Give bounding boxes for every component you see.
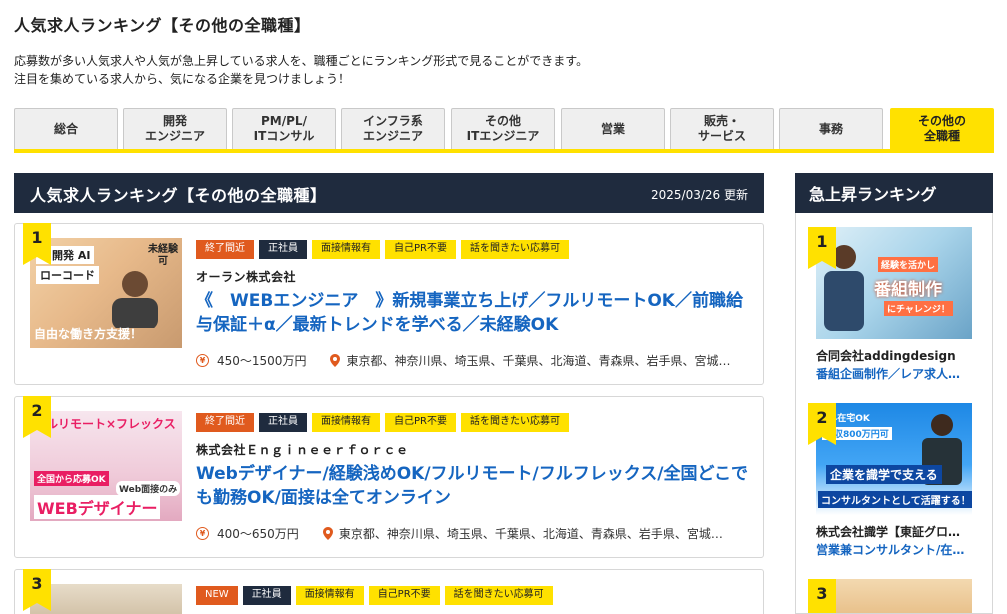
tag-interview-info: 面接情報有 bbox=[312, 240, 380, 259]
rising-thumbnail[interactable] bbox=[816, 579, 972, 613]
job-card[interactable]: フルリモート×フレックス 全国から応募OK Web面接のみ WEBデザイナー 2… bbox=[14, 396, 764, 558]
tag-no-pr: 自己PR不要 bbox=[385, 413, 456, 432]
tab-overall[interactable]: 総合 bbox=[14, 108, 118, 149]
job-thumbnail[interactable]: SI開発 AI ローコード 未経験可 自由な働き方支援！ bbox=[30, 238, 182, 348]
job-tags: 終了間近 正社員 面接情報有 自己PR不要 話を聞きたい応募可 bbox=[196, 413, 569, 432]
rising-job-link[interactable]: 営業兼コンサルタント/在… bbox=[816, 541, 976, 558]
tab-other-it-engineer[interactable]: その他 ITエンジニア bbox=[451, 108, 555, 149]
page-intro: 応募数が多い人気求人や人気が急上昇している求人を、職種ごとにランキング形式で見る… bbox=[14, 52, 588, 88]
rising-company: 株式会社識学【東証グロ… bbox=[816, 525, 961, 539]
tag-interview-info: 面接情報有 bbox=[312, 413, 380, 432]
rising-company: 合同会社addingdesign bbox=[816, 349, 956, 363]
job-thumbnail[interactable]: フルリモート×フレックス 全国から応募OK Web面接のみ WEBデザイナー bbox=[30, 411, 182, 521]
tab-sales[interactable]: 営業 bbox=[561, 108, 665, 149]
job-title-link[interactable]: 《 WEBエンジニア 》新規事業立ち上げ／フルリモートOK／前職給与保証＋α／最… bbox=[196, 289, 751, 337]
rising-ranking-title: 急上昇ランキング bbox=[809, 185, 937, 204]
rank-badge: 2 bbox=[808, 403, 836, 445]
thumb-tag: 全国から応募OK bbox=[34, 471, 109, 486]
tab-infra-engineer[interactable]: インフラ系 エンジニア bbox=[341, 108, 445, 149]
thumb-headline: 企業を識学で支える bbox=[826, 465, 942, 484]
intro-line-2: 注目を集めている求人から、気になる企業を見つけましょう！ bbox=[14, 72, 351, 86]
map-pin-icon bbox=[322, 527, 333, 540]
tab-retail-service[interactable]: 販売・ サービス bbox=[670, 108, 774, 149]
rising-item[interactable]: 3 bbox=[808, 579, 980, 613]
salary: 450〜1500万円 bbox=[217, 354, 307, 368]
thumb-headline: フルリモート×フレックス bbox=[34, 417, 176, 431]
tag-no-pr: 自己PR不要 bbox=[385, 240, 456, 259]
rising-thumbnail[interactable]: 経験を活かし 番組制作 にチャレンジ！ bbox=[816, 227, 972, 339]
tab-office[interactable]: 事務 bbox=[779, 108, 883, 149]
rank-badge: 2 bbox=[23, 396, 51, 438]
company-name: 株式会社Ｅｎｇｉｎｅｅｒｆｏｒｃｅ bbox=[196, 443, 409, 457]
thumb-tag: 経験を活かし bbox=[878, 257, 939, 272]
tag-full-time: 正社員 bbox=[259, 240, 307, 259]
rank-badge: 3 bbox=[808, 579, 836, 613]
category-tabs: 総合 開発 エンジニア PM/PL/ ITコンサル インフラ系 エンジニア その… bbox=[14, 108, 994, 153]
thumb-badge: 未経験可 bbox=[148, 244, 178, 267]
thumb-caption: 自由な働き方支援！ bbox=[34, 327, 143, 341]
tab-dev-engineer[interactable]: 開発 エンジニア bbox=[123, 108, 227, 149]
tag-casual-talk: 話を聞きたい応募可 bbox=[444, 586, 553, 605]
tag-full-time: 正社員 bbox=[242, 586, 291, 605]
tag-interview-info: 面接情報有 bbox=[295, 586, 364, 605]
rising-item[interactable]: 経験を活かし 番組制作 にチャレンジ！ 1 合同会社addingdesign 番… bbox=[808, 227, 980, 387]
job-tags: NEW 正社員 面接情報有 自己PR不要 話を聞きたい応募可 bbox=[196, 586, 553, 605]
job-title-link[interactable]: Webデザイナー/経験浅めOK/フルリモート/フルフレックス/全国どこでも勤務O… bbox=[196, 462, 751, 510]
company-name: オーラン株式会社 bbox=[196, 270, 297, 284]
tag-full-time: 正社員 bbox=[259, 413, 307, 432]
yen-icon: ¥ bbox=[196, 527, 209, 540]
job-tags: 終了間近 正社員 面接情報有 自己PR不要 話を聞きたい応募可 bbox=[196, 240, 569, 259]
thumb-caption: コンサルタントとして活躍する！ bbox=[818, 491, 972, 508]
thumb-caption: WEBデザイナー bbox=[34, 495, 161, 519]
salary: 400〜650万円 bbox=[217, 527, 299, 541]
rising-thumbnail[interactable]: 週4在宅OK 年収800万円可 企業を識学で支える コンサルタントとして活躍する… bbox=[816, 403, 972, 515]
main-ranking-title: 人気求人ランキング【その他の全職種】 bbox=[30, 186, 327, 205]
job-meta: ¥ 450〜1500万円 東京都、神奈川県、埼玉県、千葉県、北海道、青森県、岩手… bbox=[196, 352, 730, 369]
job-card[interactable]: 3 NEW 正社員 面接情報有 自己PR不要 話を聞きたい応募可 bbox=[14, 569, 764, 614]
tab-pm-it-consultant[interactable]: PM/PL/ ITコンサル bbox=[232, 108, 336, 149]
location: 東京都、神奈川県、埼玉県、千葉県、北海道、青森県、岩手県、宮城… bbox=[338, 527, 723, 541]
tag-new: NEW bbox=[196, 586, 238, 605]
tag-closing-soon: 終了間近 bbox=[196, 240, 254, 259]
thumb-tag: Web面接のみ bbox=[116, 481, 181, 496]
yen-icon: ¥ bbox=[196, 354, 209, 367]
thumb-headline: 番組制作 bbox=[874, 280, 942, 300]
map-pin-icon bbox=[330, 354, 341, 367]
page-title: 人気求人ランキング【その他の全職種】 bbox=[14, 16, 311, 35]
rank-badge: 1 bbox=[808, 227, 836, 269]
thumb-tag: ローコード bbox=[36, 266, 99, 284]
rising-job-link[interactable]: 番組企画制作／レア求人… bbox=[816, 365, 976, 382]
thumb-tag: にチャレンジ！ bbox=[884, 301, 953, 316]
job-meta: ¥ 400〜650万円 東京都、神奈川県、埼玉県、千葉県、北海道、青森県、岩手県… bbox=[196, 525, 723, 542]
tag-no-pr: 自己PR不要 bbox=[368, 586, 440, 605]
location: 東京都、神奈川県、埼玉県、千葉県、北海道、青森県、岩手県、宮城… bbox=[346, 354, 731, 368]
rank-badge: 3 bbox=[23, 569, 51, 611]
tag-casual-talk: 話を聞きたい応募可 bbox=[460, 413, 569, 432]
intro-line-1: 応募数が多い人気求人や人気が急上昇している求人を、職種ごとにランキング形式で見る… bbox=[14, 54, 589, 68]
main-ranking-header: 人気求人ランキング【その他の全職種】 2025/03/26 更新 bbox=[14, 173, 764, 213]
updated-date: 2025/03/26 更新 bbox=[651, 188, 748, 202]
rising-ranking-header: 急上昇ランキング bbox=[795, 173, 993, 213]
rank-badge: 1 bbox=[23, 223, 51, 265]
tag-closing-soon: 終了間近 bbox=[196, 413, 254, 432]
tab-all-other[interactable]: その他の 全職種 bbox=[890, 108, 994, 149]
job-thumbnail[interactable] bbox=[30, 584, 182, 614]
tag-casual-talk: 話を聞きたい応募可 bbox=[460, 240, 569, 259]
rising-item[interactable]: 週4在宅OK 年収800万円可 企業を識学で支える コンサルタントとして活躍する… bbox=[808, 403, 980, 563]
rising-ranking-panel: 経験を活かし 番組制作 にチャレンジ！ 1 合同会社addingdesign 番… bbox=[795, 213, 993, 614]
person-illustration bbox=[112, 271, 158, 328]
job-card[interactable]: SI開発 AI ローコード 未経験可 自由な働き方支援！ 1 終了間近 正社員 … bbox=[14, 223, 764, 385]
